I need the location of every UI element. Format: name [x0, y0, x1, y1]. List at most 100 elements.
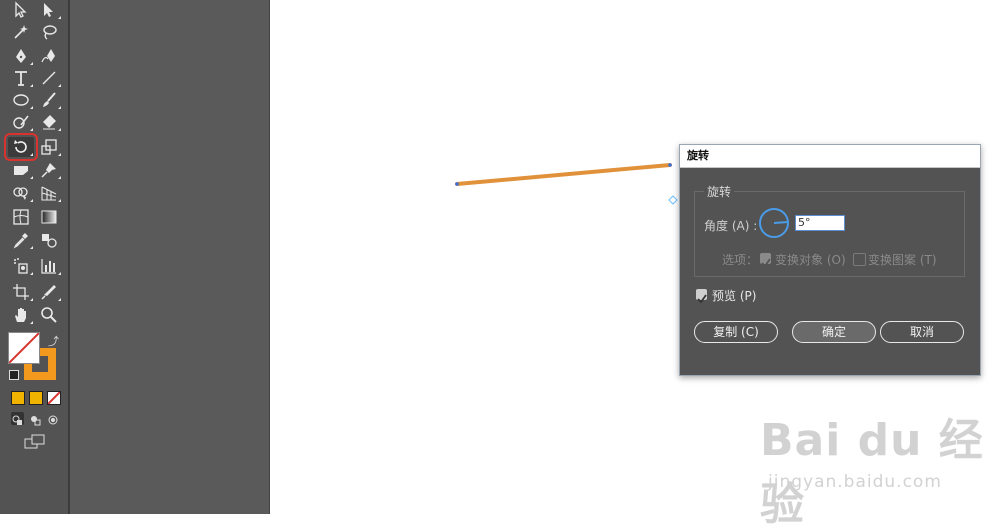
preview-label: 预览	[712, 289, 737, 303]
preview-shortcut: (P)	[739, 289, 757, 303]
symbol-sprayer-tool[interactable]	[8, 256, 34, 276]
transform-objects-shortcut: (O)	[826, 253, 846, 267]
scale-icon	[41, 139, 57, 155]
column-graph-icon	[41, 259, 56, 274]
group-title: 旋转	[704, 183, 735, 200]
direct-selection-tool[interactable]	[36, 0, 62, 20]
rotate-icon	[14, 140, 27, 153]
transform-objects-wrap: 变换对象 (O)	[775, 251, 846, 268]
color-mode-none[interactable]	[47, 391, 61, 405]
eyedropper-icon	[13, 233, 28, 249]
column-graph-tool[interactable]	[36, 256, 62, 276]
anchor-point-start	[455, 182, 459, 186]
hand-icon	[15, 308, 26, 322]
shaper-icon	[13, 115, 29, 129]
type-tool[interactable]	[8, 68, 34, 88]
color-mode-gradient[interactable]	[29, 391, 43, 405]
gradient-icon	[41, 210, 57, 224]
check-icon	[761, 258, 771, 268]
preview-label-wrap: 预览 (P)	[712, 287, 756, 304]
lasso-tool[interactable]	[36, 22, 62, 42]
zoom-tool[interactable]	[36, 305, 62, 325]
transform-patterns-shortcut: (T)	[919, 253, 937, 267]
type-t-icon	[15, 71, 27, 86]
fill-swatch[interactable]	[8, 332, 40, 364]
swap-fill-stroke-icon[interactable]: ⤴	[48, 333, 59, 349]
draw-normal-icon[interactable]	[11, 412, 24, 425]
rotation-center-icon	[668, 195, 678, 205]
rotate-dialog: 旋转 旋转 角度 (A) : 5° 选项： 变换对象 (O) 变换图案 (T) …	[679, 144, 981, 376]
shape-builder-tool[interactable]	[8, 183, 34, 203]
draw-inside-icon[interactable]	[47, 412, 60, 425]
perspective-grid-tool[interactable]	[36, 183, 62, 203]
transform-patterns-checkbox[interactable]	[853, 253, 866, 266]
line-segment-icon	[42, 71, 56, 85]
magic-wand-icon	[14, 25, 28, 39]
magic-wand-tool[interactable]	[8, 22, 34, 42]
angle-label-wrap: 角度 (A) :	[704, 217, 757, 234]
hand-tool[interactable]	[8, 305, 34, 325]
angle-input[interactable]: 5°	[795, 215, 845, 231]
eraser-icon	[43, 115, 56, 130]
baidu-watermark-url: jingyan.baidu.com	[768, 472, 942, 492]
shaper-tool[interactable]	[8, 112, 34, 132]
eraser-tool[interactable]	[36, 112, 62, 132]
screen-mode-icon[interactable]	[24, 434, 46, 450]
pen-nib-icon	[16, 49, 26, 63]
slice-knife-icon	[41, 285, 56, 300]
angle-label: 角度	[704, 219, 729, 233]
angle-dial-icon[interactable]	[758, 207, 790, 239]
transform-patterns-label: 变换图案	[868, 253, 917, 267]
lasso-icon	[43, 25, 57, 40]
shape-builder-icon	[13, 187, 28, 200]
artboard-icon	[13, 284, 29, 300]
copy-button[interactable]: 复制 (C)	[694, 321, 778, 343]
transform-objects-checkbox[interactable]	[760, 253, 771, 268]
transform-objects-label: 变换对象	[775, 253, 824, 267]
baidu-watermark: Bai du 经验	[760, 415, 984, 530]
options-label: 选项：	[722, 253, 759, 267]
paintbrush-tool[interactable]	[36, 90, 62, 110]
ellipse-icon	[13, 94, 29, 106]
artboard-tool[interactable]	[8, 282, 34, 302]
dialog-title: 旋转	[680, 145, 980, 168]
rotate-tool[interactable]	[4, 133, 38, 161]
puppet-warp-tool[interactable]	[36, 160, 62, 180]
anchor-point-end	[668, 163, 672, 167]
color-mode-color[interactable]	[11, 391, 25, 405]
check-icon	[697, 294, 707, 304]
pin-icon	[41, 163, 56, 178]
width-icon	[14, 166, 28, 175]
canvas-pasteboard	[70, 0, 270, 514]
direct-selection-arrow-icon	[44, 3, 53, 17]
orange-line-path	[455, 163, 672, 186]
gradient-tool[interactable]	[36, 207, 62, 227]
preview-checkbox[interactable]	[696, 289, 707, 304]
curvature-tool[interactable]	[36, 46, 62, 66]
magnifier-icon	[41, 307, 57, 323]
width-tool[interactable]	[8, 160, 34, 180]
blend-icon	[42, 234, 57, 248]
mesh-tool[interactable]	[8, 207, 34, 227]
transform-patterns-wrap: 变换图案 (T)	[868, 251, 937, 268]
draw-behind-icon[interactable]	[29, 412, 42, 426]
default-fill-stroke-icon[interactable]	[9, 370, 19, 380]
line-segment-tool[interactable]	[36, 68, 62, 88]
curvature-pen-icon	[41, 49, 55, 63]
selection-tool[interactable]	[8, 0, 34, 20]
selection-arrow-icon	[15, 1, 27, 18]
blend-tool[interactable]	[36, 230, 62, 250]
paintbrush-icon	[43, 92, 56, 107]
scale-tool[interactable]	[36, 137, 62, 157]
ok-button[interactable]: 确定	[792, 321, 876, 343]
perspective-grid-icon	[41, 186, 57, 201]
symbol-sprayer-icon	[14, 258, 28, 274]
cancel-button[interactable]: 取消	[880, 321, 964, 343]
mesh-icon	[13, 209, 29, 225]
slice-tool[interactable]	[36, 282, 62, 302]
ellipse-tool[interactable]	[8, 90, 34, 110]
eyedropper-tool[interactable]	[8, 230, 34, 250]
angle-colon: :	[753, 219, 758, 233]
angle-shortcut: (A)	[731, 219, 750, 233]
pen-tool[interactable]	[8, 46, 34, 66]
